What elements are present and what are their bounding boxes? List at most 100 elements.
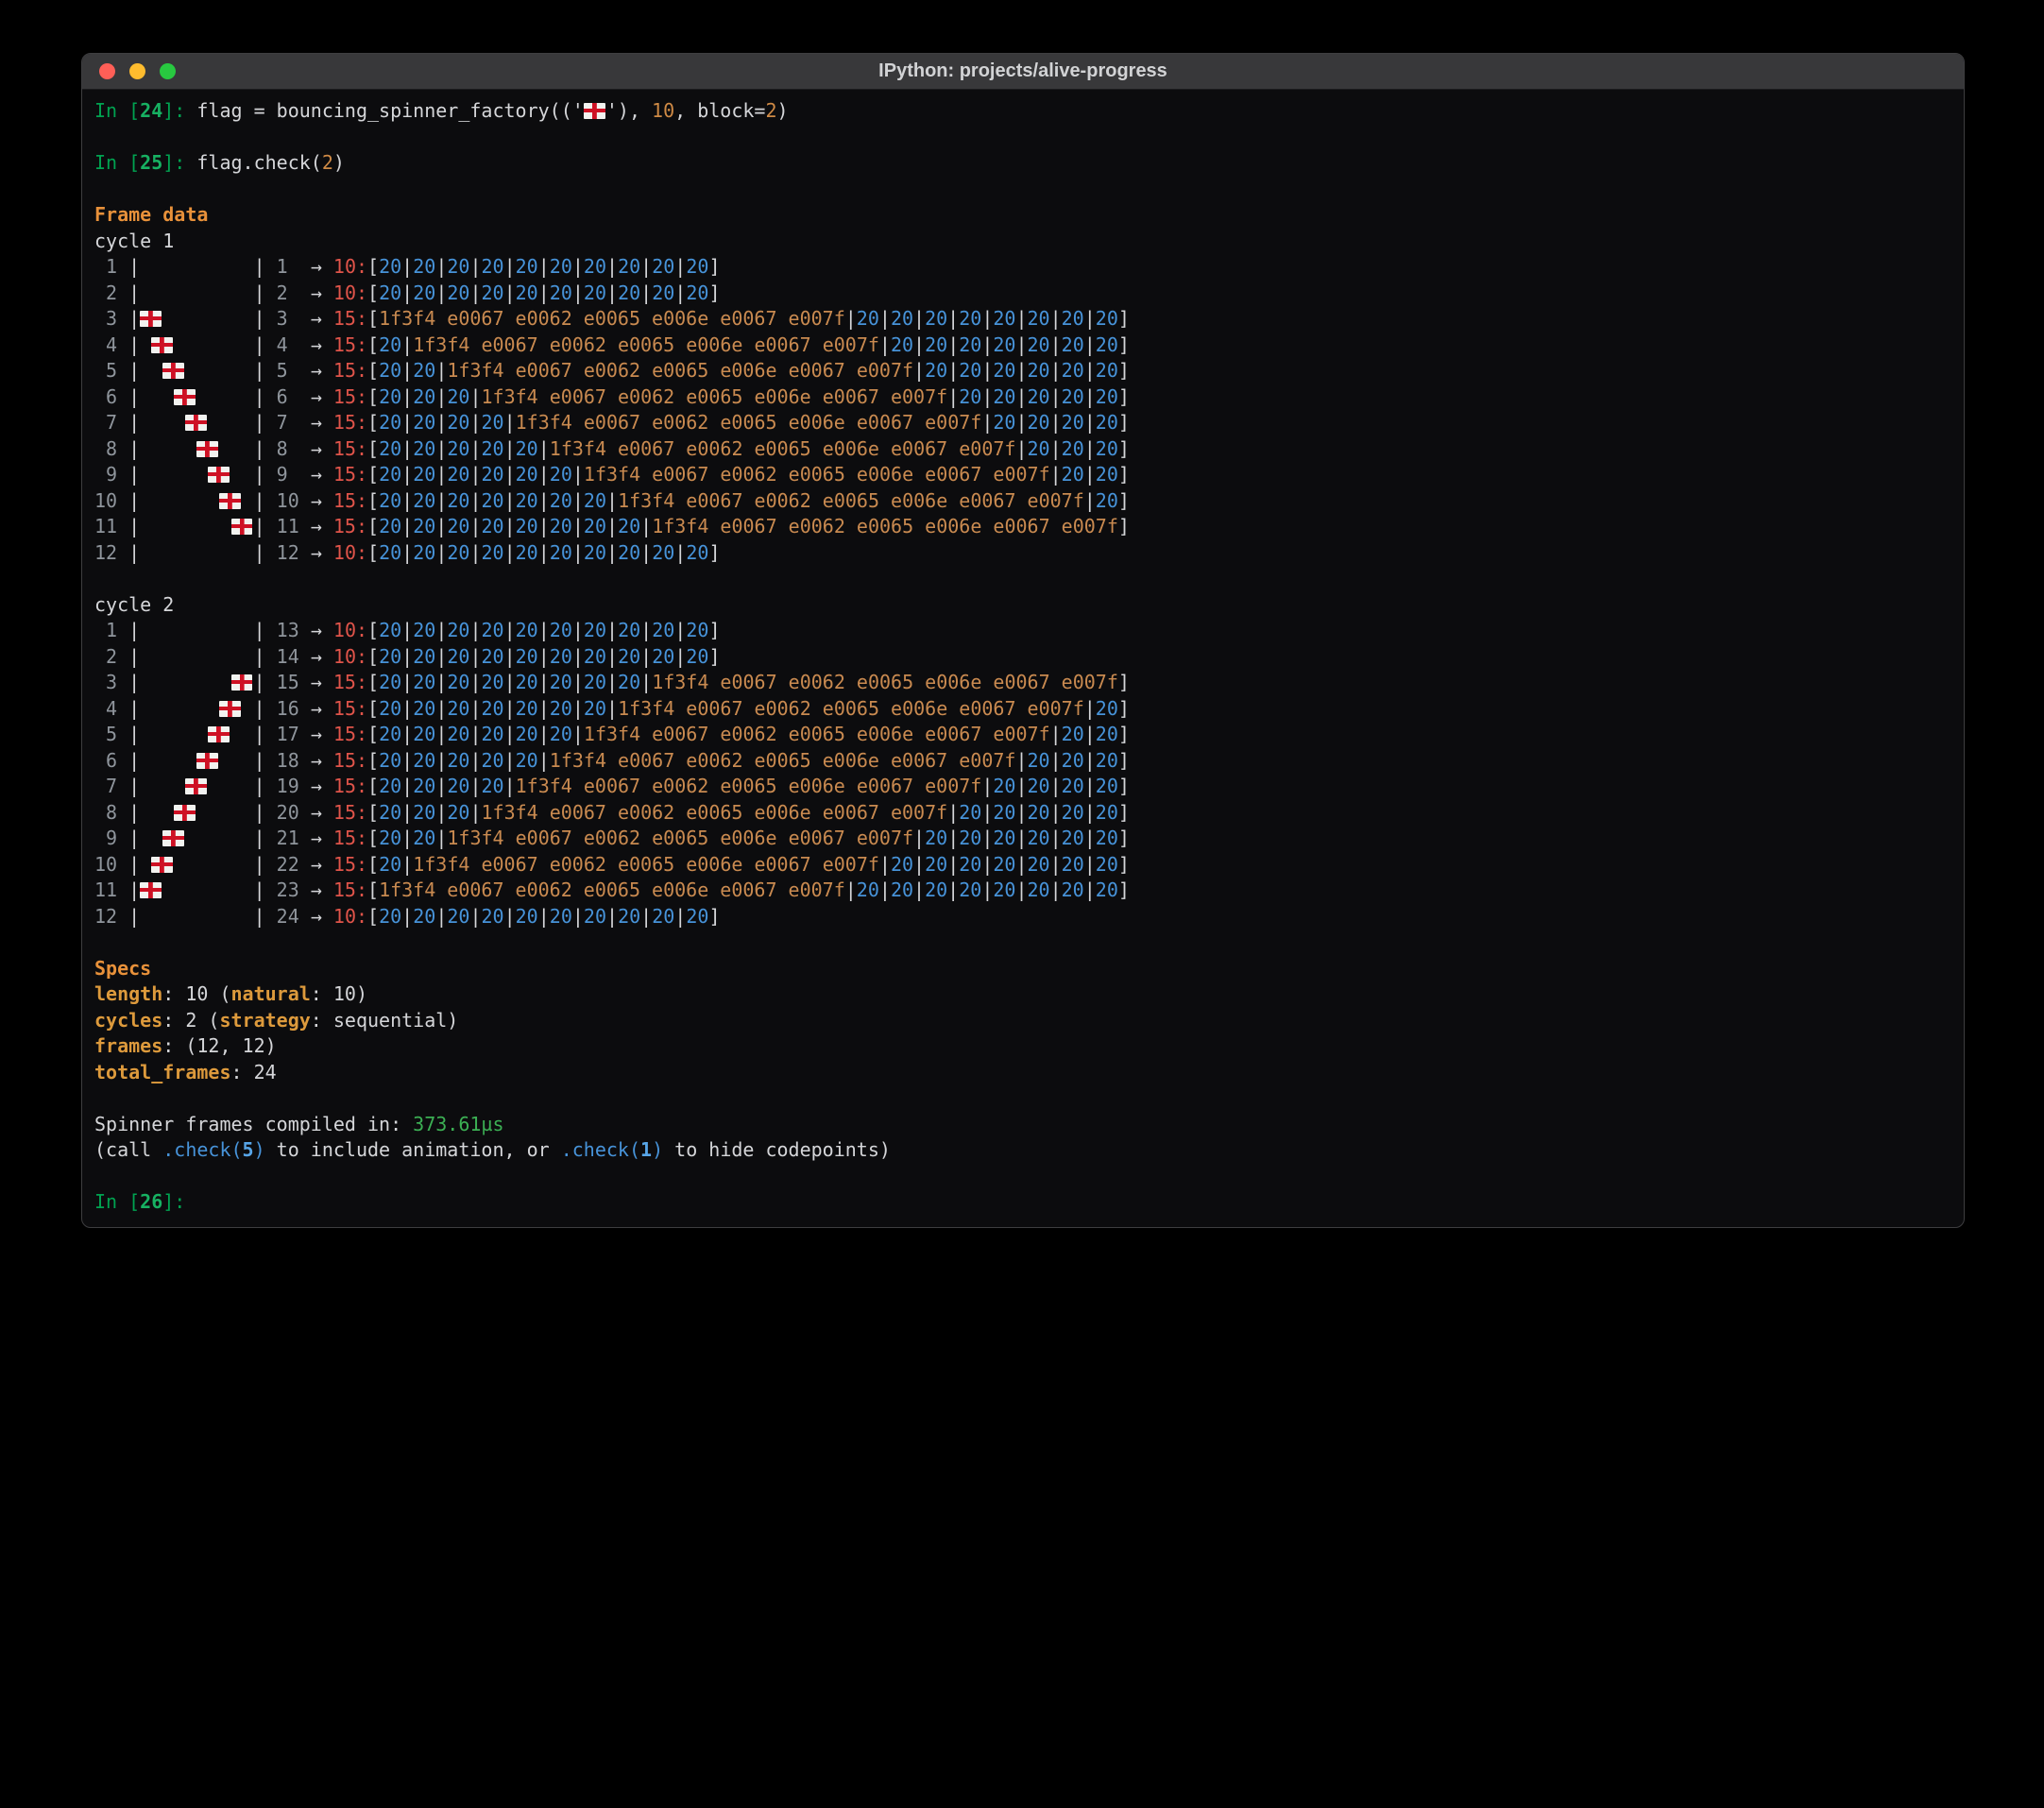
space-codepoint: 20: [379, 619, 401, 641]
blank-line: [94, 566, 1951, 592]
close-button[interactable]: [99, 63, 115, 79]
codepoint-separator: |: [640, 671, 652, 693]
codepoint-separator: |: [606, 255, 618, 278]
terminal-body[interactable]: In [24]: flag = bouncing_spinner_factory…: [82, 90, 1964, 1227]
space-codepoint: 20: [618, 905, 640, 928]
codepoint-separator: |: [435, 255, 447, 278]
codepoint-separator: |: [674, 619, 686, 641]
space-codepoint: 20: [550, 697, 572, 720]
codepoint-separator: |: [435, 749, 447, 772]
spinner-right-bar: |: [254, 489, 265, 512]
codepoint-separator: |: [1084, 437, 1096, 460]
flag-codepoints: 1f3f4 e0067 e0062 e0065 e006e e0067 e007…: [652, 671, 1118, 693]
frame-number: 16: [265, 697, 311, 720]
space-codepoint: 20: [959, 853, 981, 876]
space-codepoint: 20: [618, 671, 640, 693]
code-segment: length: [94, 982, 162, 1005]
flag-codepoints: 1f3f4 e0067 e0062 e0065 e006e e0067 e007…: [447, 827, 913, 849]
space-codepoint: 20: [482, 697, 504, 720]
space-codepoint: 20: [379, 281, 401, 304]
codepoint-separator: |: [1084, 827, 1096, 849]
window-title: IPython: projects/alive-progress: [878, 60, 1167, 82]
bracket-open: [: [367, 645, 379, 668]
spinner-left-bar: |: [128, 801, 140, 824]
space-codepoint: 20: [1062, 385, 1084, 408]
bracket-open: [: [367, 749, 379, 772]
bracket-open: [: [367, 411, 379, 434]
codepoint-separator: |: [1084, 878, 1096, 901]
spinner-right-bar: |: [254, 775, 265, 797]
codepoint-separator: |: [435, 723, 447, 745]
codepoint-count: 10:: [333, 619, 367, 641]
spinner-display: [140, 489, 253, 512]
arrow-icon: →: [311, 281, 333, 304]
codepoint-count: 15:: [333, 723, 367, 745]
england-flag-emoji: [185, 778, 207, 794]
frame-number: 21: [265, 827, 311, 849]
space-codepoint: 20: [379, 515, 401, 537]
space-codepoint: 20: [550, 463, 572, 486]
arrow-icon: →: [311, 905, 333, 928]
space-codepoint: 20: [379, 333, 401, 356]
input-line-24: In [24]: flag = bouncing_spinner_factory…: [94, 98, 1951, 125]
minimize-button[interactable]: [129, 63, 145, 79]
spinner-display: [140, 671, 253, 693]
codepoint-separator: |: [504, 541, 516, 564]
space-codepoint: 20: [652, 619, 674, 641]
space-codepoint: 20: [618, 515, 640, 537]
bracket-close: ]: [1118, 878, 1130, 901]
codepoint-separator: |: [1084, 307, 1096, 330]
spinner-left-bar: |: [128, 775, 140, 797]
codepoint-count: 15:: [333, 489, 367, 512]
space-codepoint: 20: [379, 463, 401, 486]
space-codepoint: 20: [413, 827, 435, 849]
bracket-close: ]: [1118, 723, 1130, 745]
code-segment: : (12, 12): [162, 1034, 276, 1057]
frame-row: 3 | | 3 → 15:[1f3f4 e0067 e0062 e0065 e0…: [94, 306, 1951, 333]
space-codepoint: 20: [993, 307, 1015, 330]
space-codepoint: 20: [652, 905, 674, 928]
space-codepoint: 20: [1028, 878, 1050, 901]
england-flag-emoji: [208, 726, 230, 742]
space-codepoint: 20: [413, 385, 435, 408]
arrow-icon: →: [311, 515, 333, 537]
code-segment: flag.check(: [196, 151, 321, 174]
codepoint-separator: |: [401, 489, 413, 512]
spinner-display: [140, 853, 253, 876]
codepoint-separator: |: [1015, 437, 1027, 460]
bracket-open: [: [367, 255, 379, 278]
prompt-suffix: ]:: [162, 1190, 196, 1213]
spinner-right-bar: |: [254, 411, 265, 434]
codepoint-separator: |: [401, 385, 413, 408]
codepoint-separator: |: [435, 359, 447, 382]
frame-row: 10 | | 10 → 15:[20|20|20|20|20|20|20|1f3…: [94, 488, 1951, 515]
codepoint-separator: |: [606, 697, 618, 720]
space-codepoint: 20: [1096, 853, 1118, 876]
spinner-right-bar: |: [254, 723, 265, 745]
space-codepoint: 20: [516, 671, 538, 693]
bracket-open: [: [367, 489, 379, 512]
code-segment: : 10 (: [162, 982, 230, 1005]
codepoint-count: 15:: [333, 307, 367, 330]
code-segment: .check(: [561, 1138, 640, 1161]
codepoint-separator: |: [879, 853, 891, 876]
space-codepoint: 20: [584, 515, 606, 537]
arrow-icon: →: [311, 853, 333, 876]
england-flag-emoji: [219, 701, 241, 717]
spinner-display: [140, 359, 253, 382]
space-codepoint: 20: [482, 749, 504, 772]
spinner-display: [140, 541, 253, 564]
space-codepoint: 20: [891, 333, 913, 356]
codepoint-separator: |: [981, 801, 993, 824]
frame-row: 6 | | 18 → 15:[20|20|20|20|20|1f3f4 e006…: [94, 748, 1951, 775]
space-codepoint: 20: [686, 541, 708, 564]
space-codepoint: 20: [413, 515, 435, 537]
blank-line: [94, 125, 1951, 151]
zoom-button[interactable]: [160, 63, 176, 79]
arrow-icon: →: [311, 671, 333, 693]
codepoint-separator: |: [1050, 437, 1062, 460]
spinner-left-bar: |: [128, 697, 140, 720]
frame-number: 8: [265, 437, 311, 460]
frame-row: 2 | | 14 → 10:[20|20|20|20|20|20|20|20|2…: [94, 644, 1951, 671]
arrow-icon: →: [311, 801, 333, 824]
